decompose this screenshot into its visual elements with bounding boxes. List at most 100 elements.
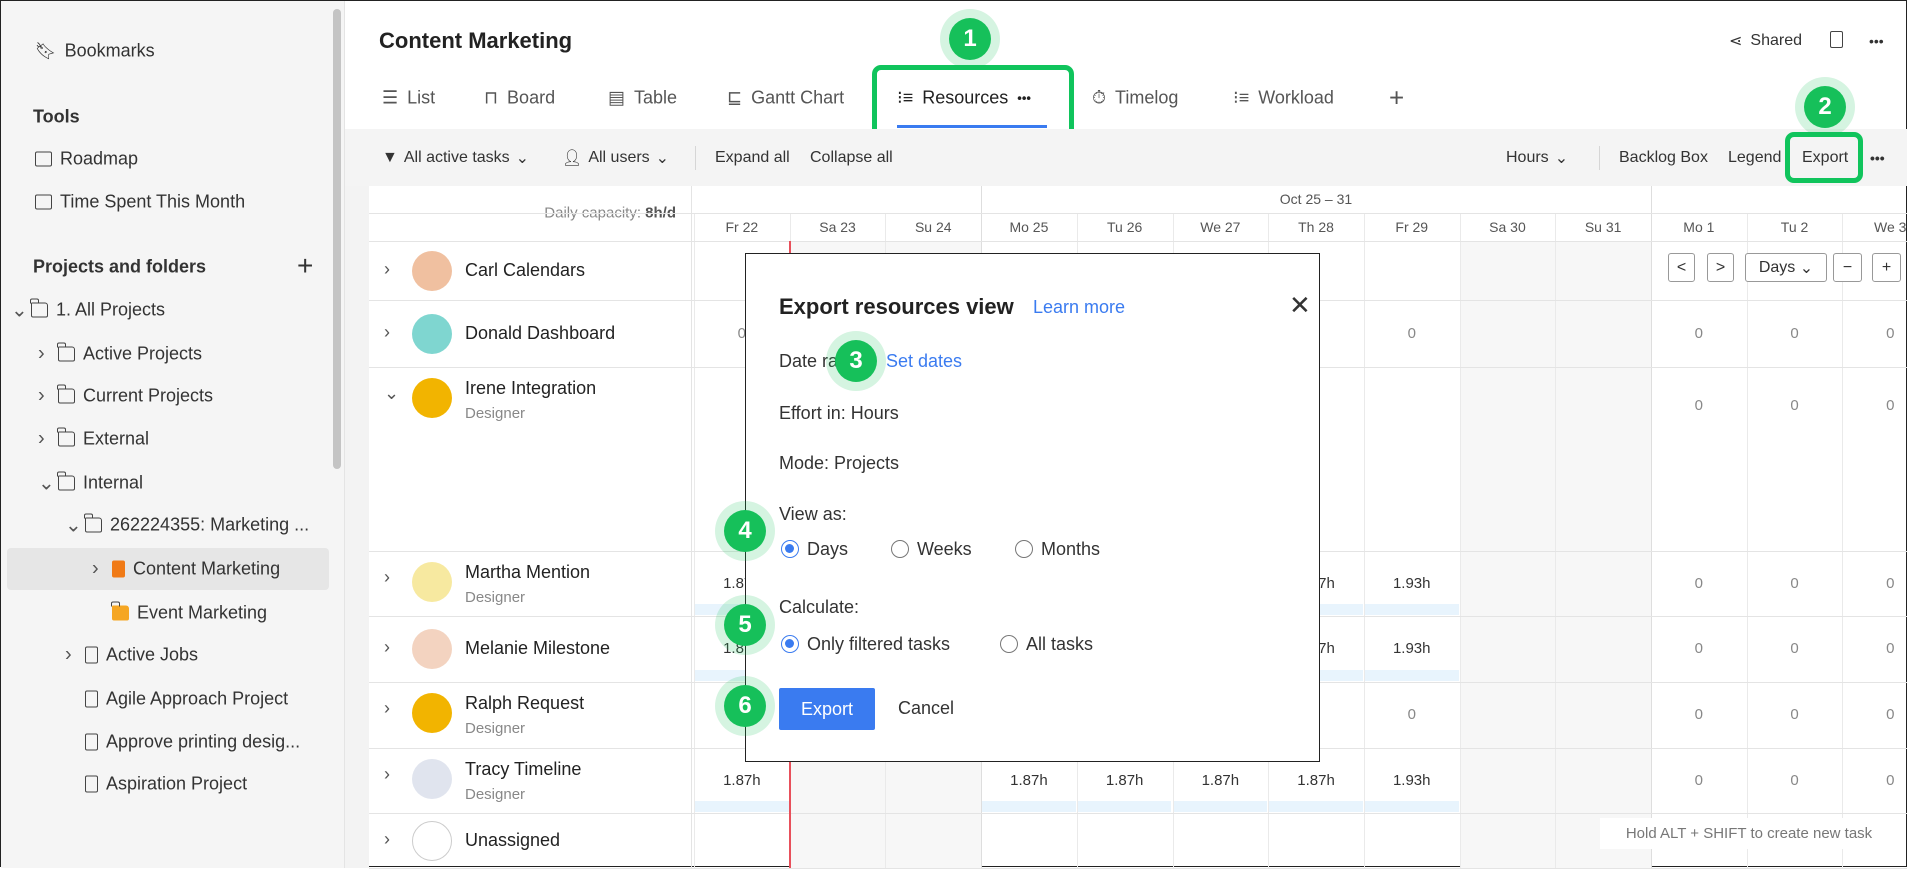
radio-only-filtered[interactable]: Only filtered tasks <box>781 634 950 655</box>
tab-table[interactable]: ▤ Table <box>608 88 677 109</box>
chevron-down-icon[interactable]: ⌄ <box>38 471 55 496</box>
day-header: Mo 1 <box>1683 219 1715 235</box>
tab-workload[interactable]: ⁝≡ Workload <box>1233 88 1334 109</box>
tab-board[interactable]: ⊓ Board <box>484 88 555 109</box>
tab-timelog[interactable]: ⏱︎ Timelog <box>1092 88 1178 109</box>
zoom-out-button[interactable]: − <box>1833 253 1862 282</box>
cell-value: 0 <box>1886 324 1895 342</box>
close-icon[interactable]: ✕ <box>1289 290 1311 321</box>
label: Board <box>507 87 556 108</box>
legend-button[interactable]: Legend <box>1728 149 1781 167</box>
learn-more-link[interactable]: Learn more <box>1033 297 1125 318</box>
sidebar-item-time-spent[interactable]: Time Spent This Month <box>35 192 245 213</box>
prev-button[interactable]: < <box>1668 253 1695 282</box>
tree-item[interactable]: Agile Approach Project <box>65 689 288 710</box>
tree-item[interactable]: Aspiration Project <box>65 774 247 795</box>
capacity-bar <box>1364 670 1459 681</box>
dialog-title: Export resources view <box>779 294 1014 319</box>
tab-list[interactable]: ☰ List <box>382 88 435 109</box>
tree-item[interactable]: › Content Marketing <box>92 558 280 581</box>
next-button[interactable]: > <box>1707 253 1734 282</box>
resource-name[interactable]: Unassigned <box>465 830 560 851</box>
table-icon: ▤ <box>608 87 626 108</box>
tree-item-label: 262224355: Marketing ... <box>110 514 310 535</box>
resource-name[interactable]: Ralph Request <box>465 693 584 714</box>
resource-name[interactable]: Tracy Timeline <box>465 759 581 780</box>
clipboard-icon[interactable] <box>1830 31 1843 48</box>
tree-item[interactable]: ⌄ 262224355: Marketing ... <box>65 513 309 538</box>
column-divider <box>1363 213 1365 868</box>
chevron-right-icon[interactable]: › <box>384 322 390 343</box>
tree-item-label: Current Projects <box>83 385 214 406</box>
page-title: Content Marketing <box>379 28 573 53</box>
radio-months[interactable]: Months <box>1015 539 1100 560</box>
hours-dropdown[interactable]: Hours ⌄ <box>1506 148 1568 168</box>
sidebar-item-roadmap[interactable]: Roadmap <box>35 149 138 170</box>
more-button[interactable]: ••• <box>1869 33 1884 49</box>
collapse-all-button[interactable]: Collapse all <box>810 149 893 167</box>
tree-item[interactable]: Event Marketing <box>92 601 267 624</box>
cell-value: 1.93h <box>1392 640 1431 657</box>
resource-name[interactable]: Carl Calendars <box>465 260 585 281</box>
backlog-box-button[interactable]: Backlog Box <box>1619 149 1708 167</box>
chevron-right-icon[interactable]: › <box>384 764 390 785</box>
filter-dropdown[interactable]: ▼ All active tasks ⌄ <box>382 148 529 168</box>
tree-item[interactable]: ⌄ 1. All Projects <box>11 298 165 323</box>
resource-name[interactable]: Martha Mention <box>465 562 590 583</box>
chevron-down-icon[interactable]: ⌄ <box>11 298 28 323</box>
radio-weeks[interactable]: Weeks <box>891 539 972 560</box>
set-dates-link[interactable]: Set dates <box>886 351 962 372</box>
chevron-right-icon[interactable]: › <box>384 829 390 850</box>
label: Hours <box>1506 149 1549 166</box>
chevron-right-icon[interactable]: › <box>65 644 77 667</box>
folder-icon <box>111 601 129 621</box>
add-project-button[interactable]: + <box>297 250 313 282</box>
chevron-right-icon[interactable]: › <box>38 343 50 366</box>
resource-name[interactable]: Melanie Milestone <box>465 638 610 659</box>
users-dropdown[interactable]: 👤︎ All users ⌄ <box>562 148 669 168</box>
sidebar-item-bookmarks[interactable]: 🔖︎ Bookmarks <box>35 41 155 62</box>
cell-value: 0 <box>1790 324 1799 342</box>
label: All active tasks <box>403 149 510 166</box>
cell-value: 1.93h <box>1392 771 1431 789</box>
avatar <box>412 759 452 799</box>
radio-all-tasks[interactable]: All tasks <box>1000 634 1093 655</box>
tree-item[interactable]: Approve printing desig... <box>65 732 300 753</box>
chevron-right-icon[interactable]: › <box>384 698 390 719</box>
chevron-right-icon[interactable]: › <box>384 567 390 588</box>
chevron-right-icon[interactable]: › <box>38 428 50 451</box>
dialog-export-button[interactable]: Export <box>779 688 875 730</box>
tab-gantt[interactable]: ⊑ Gantt Chart <box>727 88 844 109</box>
tree-item[interactable]: › Current Projects <box>38 384 214 408</box>
share-icon: ⋖ <box>1729 33 1743 50</box>
chevron-right-icon[interactable]: › <box>38 385 50 408</box>
effort-text: Effort in: Hours <box>779 403 899 423</box>
tree-item[interactable]: › Active Jobs <box>65 644 198 667</box>
chevron-down-icon[interactable]: ⌄ <box>384 383 399 404</box>
tree-item[interactable]: ⌄ Internal <box>38 471 143 496</box>
shared-button[interactable]: ⋖ Shared <box>1729 31 1802 51</box>
date-range-label: Date ra <box>779 351 839 371</box>
sidebar-scrollbar[interactable] <box>333 9 341 469</box>
chevron-right-icon[interactable]: › <box>92 558 104 581</box>
resource-name[interactable]: Irene Integration <box>465 378 596 399</box>
column-divider <box>1459 213 1461 868</box>
tree-item[interactable]: › External <box>38 427 149 451</box>
scale-dropdown[interactable]: Days ⌄ <box>1745 253 1827 282</box>
chevron-right-icon[interactable]: › <box>384 259 390 280</box>
resource-name[interactable]: Donald Dashboard <box>465 323 615 344</box>
dialog-cancel-button[interactable]: Cancel <box>898 698 954 719</box>
zoom-in-button[interactable]: + <box>1872 253 1901 282</box>
annotation-badge-4: 4 <box>724 510 766 552</box>
label: Days <box>1758 258 1796 276</box>
cell-value: 0 <box>1886 574 1895 592</box>
chevron-down-icon[interactable]: ⌄ <box>65 513 82 538</box>
toolbar-more-button[interactable]: ••• <box>1870 150 1885 166</box>
radio-days[interactable]: Days <box>781 539 848 560</box>
add-view-button[interactable]: + <box>1389 83 1404 114</box>
day-header: Sa 30 <box>1489 219 1526 235</box>
expand-all-button[interactable]: Expand all <box>715 149 790 167</box>
chevron-right-icon[interactable]: › <box>384 637 390 658</box>
tree-item[interactable]: › Active Projects <box>38 342 202 366</box>
label: All users <box>588 149 650 166</box>
